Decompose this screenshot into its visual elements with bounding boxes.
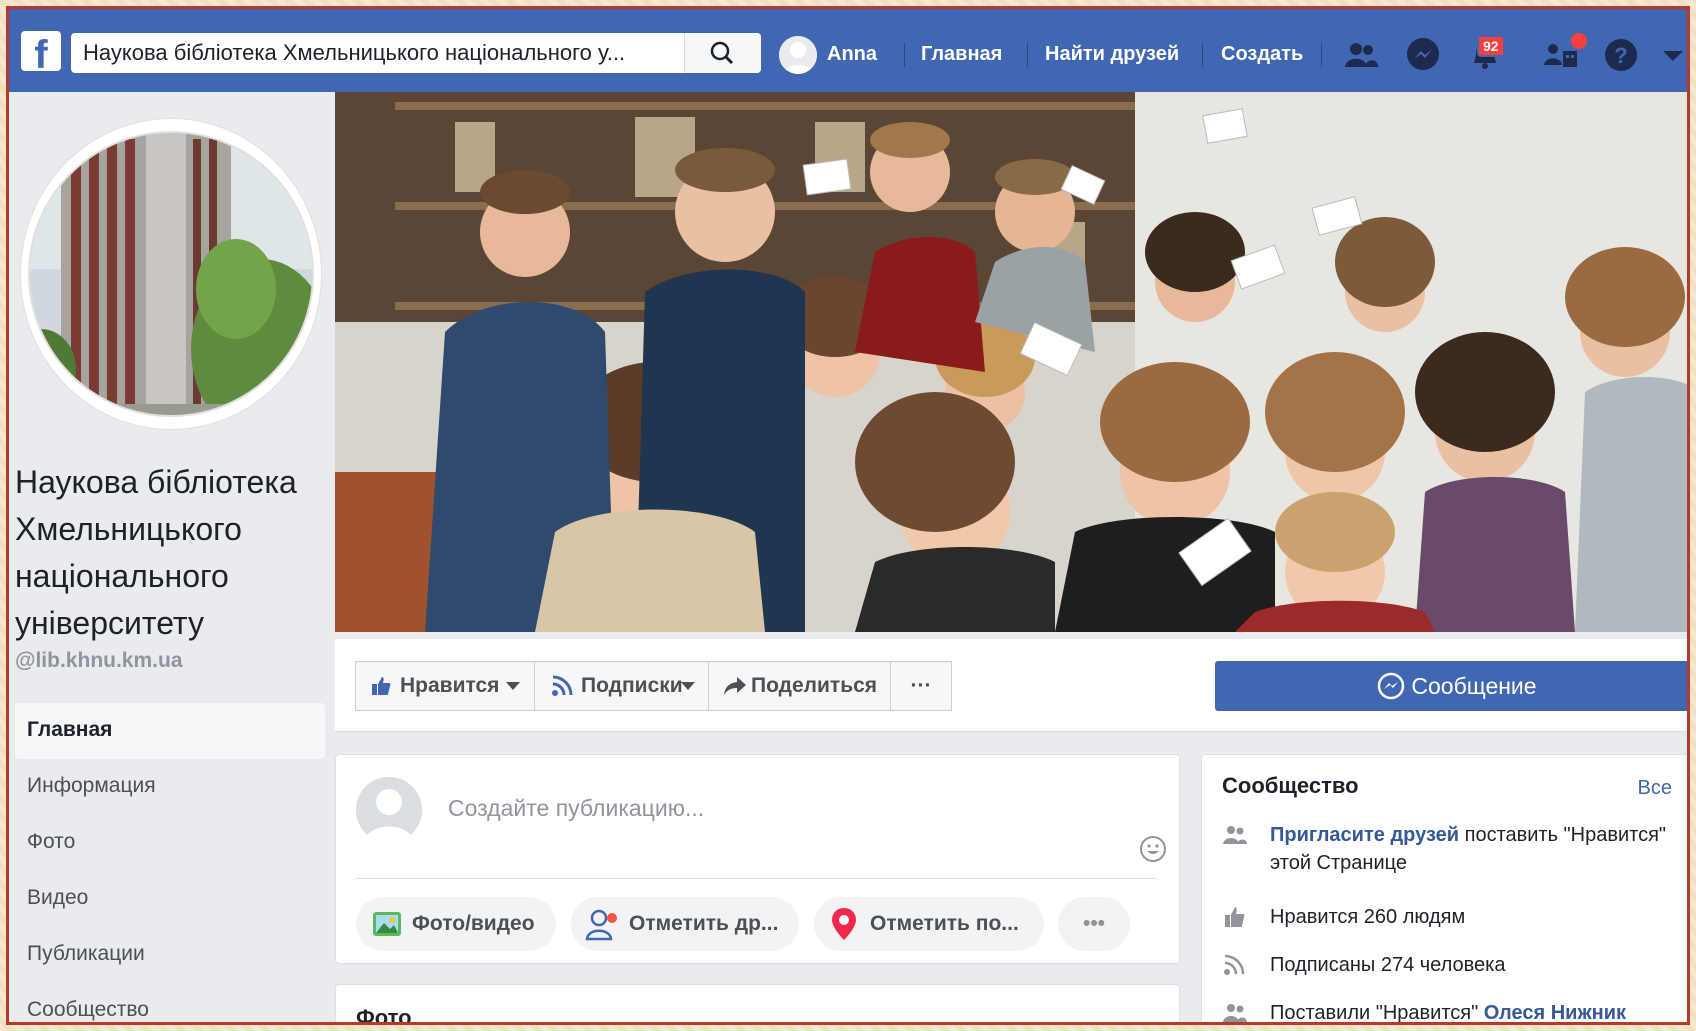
rss-icon [552,675,573,696]
help-icon[interactable]: ? [1601,35,1641,75]
community-see-all-link[interactable]: Все [1638,777,1672,800]
photo-icon [373,912,401,936]
friends-like-prefix: Поставили "Нравится" [1270,1002,1479,1024]
cover-photo[interactable] [335,92,1687,632]
invite-friends-icon [1223,826,1247,844]
leftnav-item-videos[interactable]: Видео [15,871,325,927]
leftnav-item-home[interactable]: Главная [15,703,325,759]
share-label: Поделиться [751,674,878,697]
share-arrow-icon [724,677,746,695]
message-label: Сообщение [1411,673,1537,699]
likes-count-text: Нравится 260 людям [1270,906,1466,928]
composer-input[interactable]: Создайте публикацию... [448,795,704,822]
page-profile-picture[interactable] [21,119,321,429]
search-input[interactable]: Наукова бібліотека Хмельницького націона… [83,33,683,73]
location-pin-icon [832,908,856,940]
photos-title[interactable]: Фото [356,1005,412,1022]
post-composer: Создайте публикацию... Фото/видео Отмети… [335,754,1180,964]
browser-frame: f Наукова бібліотека Хмельницького націо… [6,6,1690,1025]
caret-down-icon [681,682,695,690]
top-navigation-bar: f Наукова бібліотека Хмельницького націо… [9,9,1687,92]
community-card: Сообщество Все Пригласите друзей постави… [1201,754,1687,1024]
community-title[interactable]: Сообщество [1222,773,1359,799]
community-friends-like-row: Поставили "Нравится" Олеся Нижник Журомс… [1222,999,1682,1024]
thumbs-up-icon [372,677,391,695]
photos-section: Фото [335,984,1180,1022]
invite-friends-link[interactable]: Пригласите друзей [1270,824,1459,846]
follow-label: Подписки [581,674,683,697]
like-label: Нравится [400,674,500,697]
chevron-down-icon[interactable] [1653,35,1690,75]
students-group-photo [335,92,1687,632]
more-actions-button[interactable]: ··· [890,661,952,711]
left-navigation: Главная Информация Фото Видео Публикации… [15,703,325,1022]
nav-create[interactable]: Создать [1221,9,1303,99]
leftnav-item-photos[interactable]: Фото [15,815,325,871]
default-avatar-icon [779,36,817,74]
page-actions-bar: Нравится Подписки Поделиться ··· Сообщен… [335,639,1687,732]
follow-button[interactable]: Подписки [534,661,709,711]
photo-video-label: Фото/видео [412,912,535,935]
page-handle[interactable]: @lib.khnu.km.ua [15,649,183,673]
like-button[interactable]: Нравится [355,661,535,711]
community-likes-row: Нравится 260 людям [1222,903,1682,931]
composer-more-button[interactable]: ••• [1058,897,1130,951]
tag-friends-icon [585,909,617,941]
photo-video-button[interactable]: Фото/видео [356,897,556,951]
composer-avatar [356,777,422,843]
friends-icon [1223,1004,1247,1022]
leftnav-item-info[interactable]: Информация [15,759,325,815]
user-avatar[interactable] [779,36,817,74]
default-avatar-icon [356,777,422,843]
groups-notification-dot [1571,33,1587,49]
send-message-button[interactable]: Сообщение [1215,661,1687,711]
nav-divider [1027,43,1028,67]
nav-find-friends[interactable]: Найти друзей [1045,9,1179,99]
nav-home[interactable]: Главная [921,9,1002,99]
svg-text:?: ? [1614,43,1627,68]
composer-divider [356,878,1156,879]
search-icon [710,41,734,65]
notifications-badge: 92 [1477,35,1505,57]
tag-friends-label: Отметить др... [629,912,779,935]
page-title: Наукова бібліотека Хмельницького націона… [15,464,297,641]
nav-user-name[interactable]: Anna [827,9,877,99]
nav-divider [1202,43,1203,67]
check-in-button[interactable]: Отметить по... [814,897,1044,951]
caret-down-icon [506,682,520,690]
nav-divider [904,43,905,67]
building-photo [28,131,314,417]
nav-divider [1321,43,1322,67]
tag-friends-button[interactable]: Отметить др... [571,897,799,951]
messenger-icon [1378,672,1405,700]
messenger-icon[interactable] [1403,35,1443,75]
search-box[interactable]: Наукова бібліотека Хмельницького націона… [71,33,761,73]
search-button[interactable] [684,33,761,73]
leftnav-item-community[interactable]: Сообщество [15,983,325,1022]
leftnav-item-posts[interactable]: Публикации [15,927,325,983]
thumbs-up-icon [1225,907,1245,927]
community-invite-row: Пригласите друзей поставить "Нравится" э… [1222,821,1682,877]
facebook-logo[interactable]: f [21,31,61,71]
share-button[interactable]: Поделиться [708,661,891,711]
emoji-icon[interactable] [1139,835,1167,863]
community-follows-row: Подписаны 274 человека [1222,951,1682,979]
more-dots-icon: ••• [1082,912,1106,935]
follows-count-text: Подписаны 274 человека [1270,954,1506,976]
check-in-label: Отметить по... [870,912,1019,935]
more-dots-icon: ··· [910,674,932,697]
rss-icon [1224,954,1245,975]
friends-icon[interactable] [1341,35,1381,75]
